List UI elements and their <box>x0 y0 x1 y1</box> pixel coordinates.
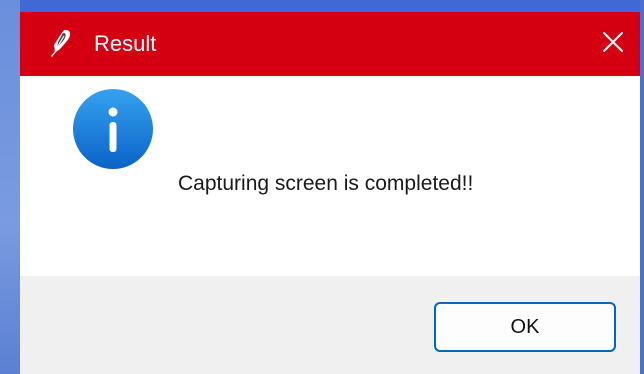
feather-icon <box>46 28 74 58</box>
desktop-background-left <box>0 0 20 374</box>
dialog-titlebar[interactable]: Result <box>20 12 640 76</box>
desktop-background-right <box>640 0 644 374</box>
message-text: Capturing screen is completed!! <box>178 172 474 195</box>
close-icon <box>601 30 625 59</box>
dialog-title: Result <box>94 31 157 56</box>
ok-button[interactable]: OK <box>434 302 616 352</box>
desktop-background-top <box>0 0 644 12</box>
info-icon <box>72 88 154 170</box>
close-button[interactable] <box>588 18 638 70</box>
result-dialog: Result Capturing screen is completed!! O… <box>20 12 640 374</box>
